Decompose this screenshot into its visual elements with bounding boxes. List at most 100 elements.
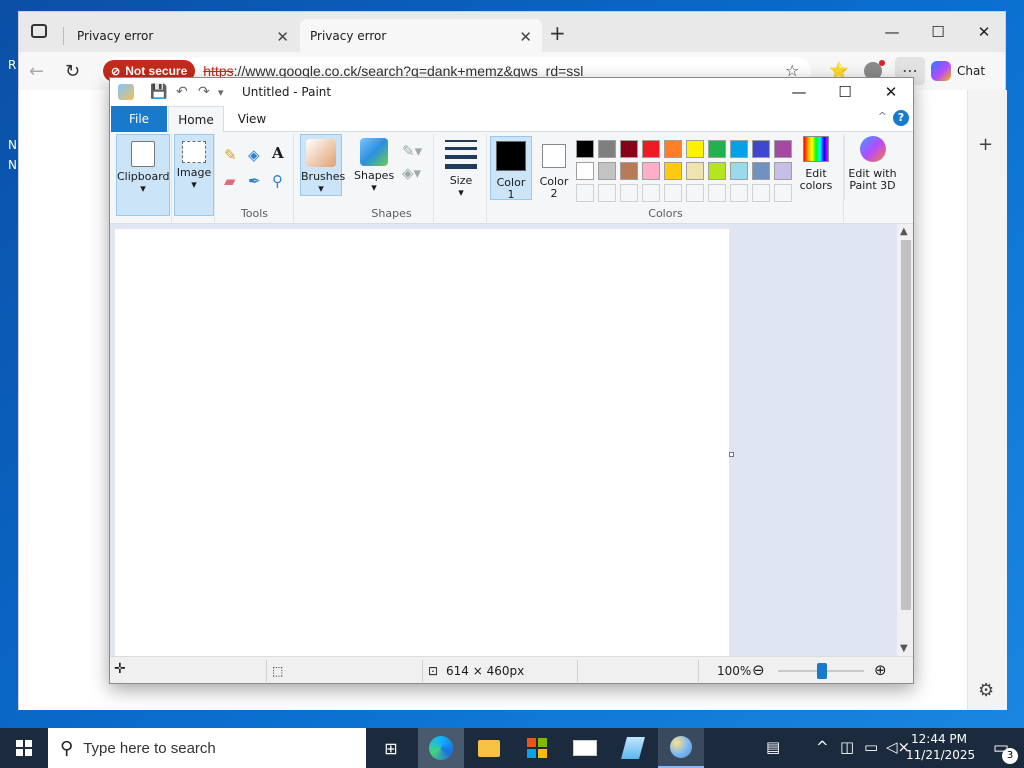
palette-color-swatch[interactable]	[686, 140, 704, 158]
palette-color-swatch[interactable]	[620, 140, 638, 158]
palette-color-swatch[interactable]	[708, 162, 726, 180]
taskbar-file-explorer[interactable]	[466, 728, 512, 768]
text-tool-icon[interactable]: A	[272, 144, 284, 162]
palette-color-swatch[interactable]	[774, 162, 792, 180]
clipboard-button[interactable]: Clipboard ▾	[116, 134, 170, 216]
maximize-button[interactable]: ☐	[915, 20, 961, 44]
tab-home[interactable]: Home	[168, 106, 224, 132]
taskbar-paint[interactable]	[658, 728, 704, 768]
palette-color-swatch[interactable]	[774, 140, 792, 158]
size-button[interactable]: Size ▾	[441, 134, 481, 204]
chevron-up-icon[interactable]: ▲	[900, 226, 908, 237]
customize-quick-access-icon[interactable]: ▾	[218, 86, 224, 99]
palette-color-swatch[interactable]	[752, 140, 770, 158]
palette-color-swatch[interactable]	[576, 162, 594, 180]
zoom-in-icon[interactable]: ⊕	[874, 661, 887, 679]
custom-color-slot[interactable]	[576, 184, 594, 202]
palette-color-swatch[interactable]	[730, 162, 748, 180]
magnifier-icon[interactable]: ⚲	[272, 172, 283, 190]
new-tab-button[interactable]: +	[549, 21, 566, 45]
minimize-button[interactable]: —	[869, 20, 915, 44]
custom-color-slot[interactable]	[730, 184, 748, 202]
palette-color-swatch[interactable]	[642, 162, 660, 180]
palette-color-swatch[interactable]	[598, 162, 616, 180]
undo-icon[interactable]: ↶	[176, 84, 188, 100]
maximize-button[interactable]: ☐	[822, 81, 868, 103]
taskbar-mail[interactable]	[562, 728, 608, 768]
refresh-icon[interactable]: ↻	[65, 61, 80, 82]
color1-button[interactable]: Color 1	[490, 136, 532, 201]
system-clock[interactable]: 12:44 PM 11/21/2025	[906, 731, 975, 763]
copilot-chat-button[interactable]: Chat	[931, 59, 985, 83]
taskbar-edge[interactable]	[418, 728, 464, 768]
close-tab-icon[interactable]: ✕	[519, 28, 532, 46]
outline-icon[interactable]: ✎▾	[402, 142, 422, 160]
news-widget-icon[interactable]: ▤	[766, 738, 780, 756]
resize-handle-right[interactable]	[729, 452, 734, 457]
browser-tab[interactable]: Privacy error ✕	[63, 19, 299, 52]
taskbar-store[interactable]	[514, 728, 560, 768]
eraser-icon[interactable]: ▰	[224, 172, 236, 190]
redo-icon[interactable]: ↷	[198, 84, 210, 100]
paint-app-icon[interactable]	[118, 84, 134, 100]
fill-icon[interactable]: ◈▾	[402, 164, 421, 182]
vertical-scrollbar[interactable]: ▲ ▼	[897, 224, 913, 656]
canvas-size-text: 614 × 460px	[446, 664, 525, 678]
custom-color-slot[interactable]	[686, 184, 704, 202]
network-icon[interactable]: ▭	[864, 738, 878, 756]
edit-with-paint3d-button[interactable]: Edit with Paint 3D	[844, 136, 900, 200]
shapes-button[interactable]: Shapes ▾	[354, 134, 394, 196]
palette-color-swatch[interactable]	[664, 162, 682, 180]
zoom-out-icon[interactable]: ⊖	[752, 661, 765, 679]
close-tab-icon[interactable]: ✕	[276, 28, 289, 46]
meet-now-icon[interactable]: ◫	[840, 738, 854, 756]
notification-center-button[interactable]: ▭ 3	[978, 728, 1024, 768]
custom-color-slot[interactable]	[598, 184, 616, 202]
custom-color-slot[interactable]	[708, 184, 726, 202]
close-window-button[interactable]: ✕	[868, 81, 913, 103]
taskbar-search-box[interactable]: ⚲ Type here to search	[48, 728, 366, 768]
drawing-canvas[interactable]	[115, 229, 729, 657]
tab-view[interactable]: View	[230, 106, 274, 132]
palette-color-swatch[interactable]	[664, 140, 682, 158]
collapse-ribbon-icon[interactable]: ^	[878, 110, 887, 123]
save-icon[interactable]: 💾	[150, 84, 167, 100]
palette-color-swatch[interactable]	[752, 162, 770, 180]
color-picker-icon[interactable]: ✒	[248, 172, 261, 190]
custom-color-slot[interactable]	[774, 184, 792, 202]
image-button[interactable]: Image ▾	[174, 134, 214, 216]
back-icon[interactable]: ←	[29, 61, 44, 82]
taskbar-notepad[interactable]	[610, 728, 656, 768]
edit-colors-button[interactable]: Edit colors	[796, 136, 836, 200]
edit-colors-label-2: colors	[799, 179, 833, 192]
custom-color-slot[interactable]	[620, 184, 638, 202]
tab-actions-icon[interactable]	[31, 24, 47, 38]
brushes-button[interactable]: Brushes ▾	[300, 134, 345, 196]
palette-color-swatch[interactable]	[598, 140, 616, 158]
help-icon[interactable]: ?	[893, 110, 909, 126]
start-button[interactable]	[0, 728, 48, 768]
fill-bucket-icon[interactable]: ◈	[248, 146, 260, 164]
close-window-button[interactable]: ✕	[961, 20, 1007, 44]
browser-tab-active[interactable]: Privacy error ✕	[300, 19, 542, 52]
palette-color-swatch[interactable]	[730, 140, 748, 158]
palette-color-swatch[interactable]	[576, 140, 594, 158]
custom-color-slot[interactable]	[664, 184, 682, 202]
pencil-icon[interactable]: ✎	[224, 146, 237, 164]
chevron-up-icon[interactable]: ^	[816, 738, 829, 756]
palette-color-swatch[interactable]	[686, 162, 704, 180]
zoom-slider-thumb[interactable]	[817, 663, 827, 679]
custom-color-slot[interactable]	[642, 184, 660, 202]
custom-color-slot[interactable]	[752, 184, 770, 202]
color2-button[interactable]: Color 2	[534, 136, 574, 200]
palette-color-swatch[interactable]	[708, 140, 726, 158]
palette-color-swatch[interactable]	[642, 140, 660, 158]
minimize-button[interactable]: —	[776, 81, 822, 103]
chevron-down-icon[interactable]: ▼	[900, 643, 908, 654]
gear-icon[interactable]: ⚙	[978, 680, 994, 701]
palette-color-swatch[interactable]	[620, 162, 638, 180]
scrollbar-thumb[interactable]	[901, 240, 911, 610]
tab-file[interactable]: File	[111, 106, 167, 132]
task-view-button[interactable]: ⊞	[368, 728, 414, 768]
add-icon[interactable]: +	[978, 134, 993, 155]
